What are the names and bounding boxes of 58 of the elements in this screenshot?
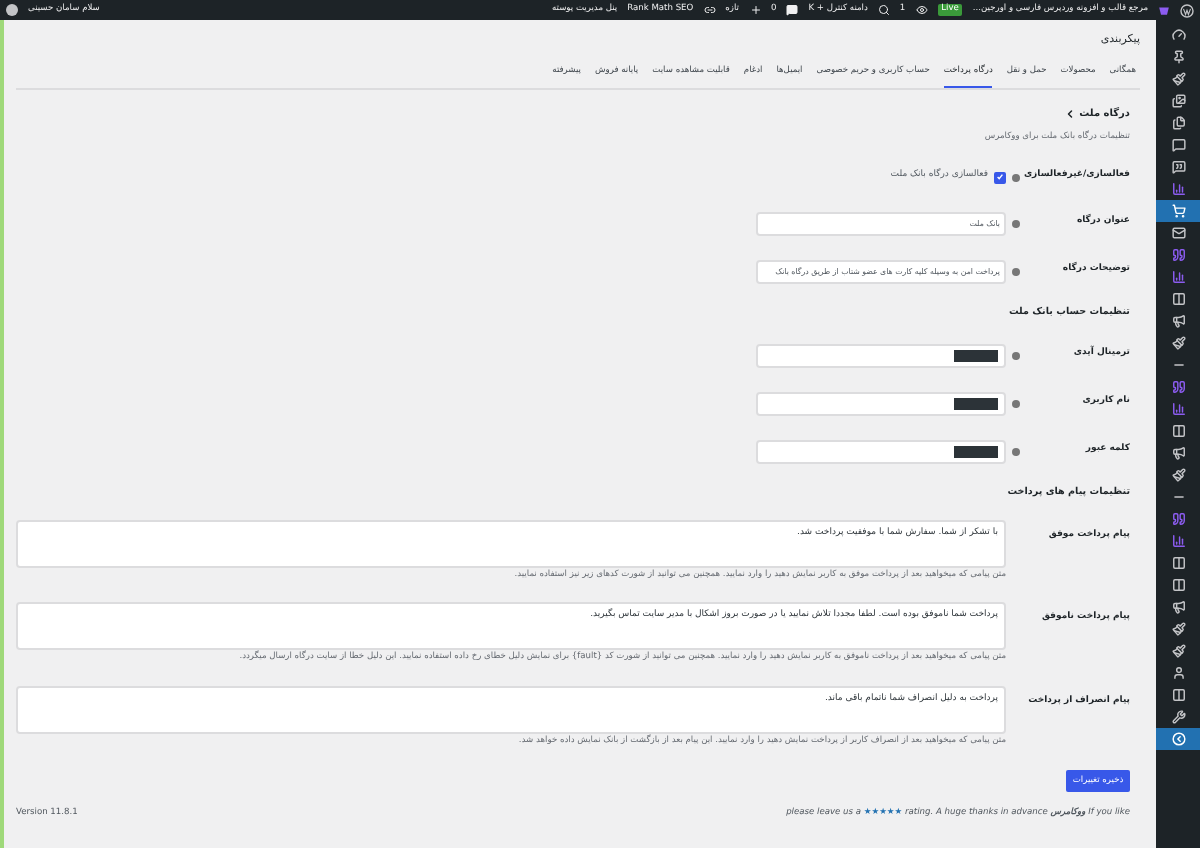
bar-chart-icon [1171,534,1185,548]
redacted-block [954,349,998,362]
sidebar-item[interactable] [1156,728,1200,750]
user-icon [1171,666,1185,680]
dashboard-icon [1171,28,1185,42]
quote-bubble-icon [1171,160,1185,174]
bar-chart-icon [1171,270,1185,284]
help-icon [1012,173,1020,182]
megaphone-icon [1171,446,1185,460]
input-field[interactable] [756,391,1006,416]
megaphone-icon [1171,314,1185,328]
cart-icon [1171,204,1185,218]
pages-icon [1171,116,1185,130]
comment-icon [1171,138,1185,152]
bar-chart-icon [1171,182,1185,196]
help-icon [1012,399,1020,408]
sidebar-item[interactable] [1156,200,1200,222]
input-field[interactable] [756,439,1006,464]
basket-icon [1158,4,1170,16]
help-icon [1012,267,1020,276]
megaphone-icon [1171,600,1185,614]
help-icon [1012,351,1020,360]
search-icon [877,4,890,16]
avatar[interactable] [6,4,18,16]
quote-icon [1171,380,1185,394]
mail-icon [1171,226,1185,240]
columns-icon [1171,688,1185,702]
pin-icon [1171,50,1185,64]
columns-icon [1171,556,1185,570]
brush-icon [1171,72,1185,86]
minus-icon [1171,490,1185,504]
brush-icon [1171,644,1185,658]
help-icon [1012,219,1020,228]
checkbox[interactable] [994,171,1006,184]
eye-icon [915,4,928,16]
redacted-block [954,397,998,410]
brush-icon [1171,336,1185,350]
collapse-icon [1171,732,1185,746]
back-chevron-icon[interactable] [1063,108,1076,121]
help-icon [1012,447,1020,456]
plus-icon [749,4,761,16]
brush-icon [1171,622,1185,636]
input-field[interactable] [756,343,1006,368]
wordpress-logo-icon[interactable] [1180,3,1194,17]
bar-chart-icon [1171,402,1185,416]
redacted-block [954,445,998,458]
columns-icon [1171,578,1185,592]
seo-icon [703,4,716,16]
minus-icon [1171,358,1185,372]
columns-icon [1171,424,1185,438]
comment-icon [786,4,799,16]
quote-icon [1171,512,1185,526]
quote-icon [1171,248,1185,262]
brush-icon [1171,468,1185,482]
images-icon [1171,94,1185,108]
columns-icon [1171,292,1185,306]
wrench-icon [1171,710,1185,724]
checkmark-icon [996,172,1004,183]
